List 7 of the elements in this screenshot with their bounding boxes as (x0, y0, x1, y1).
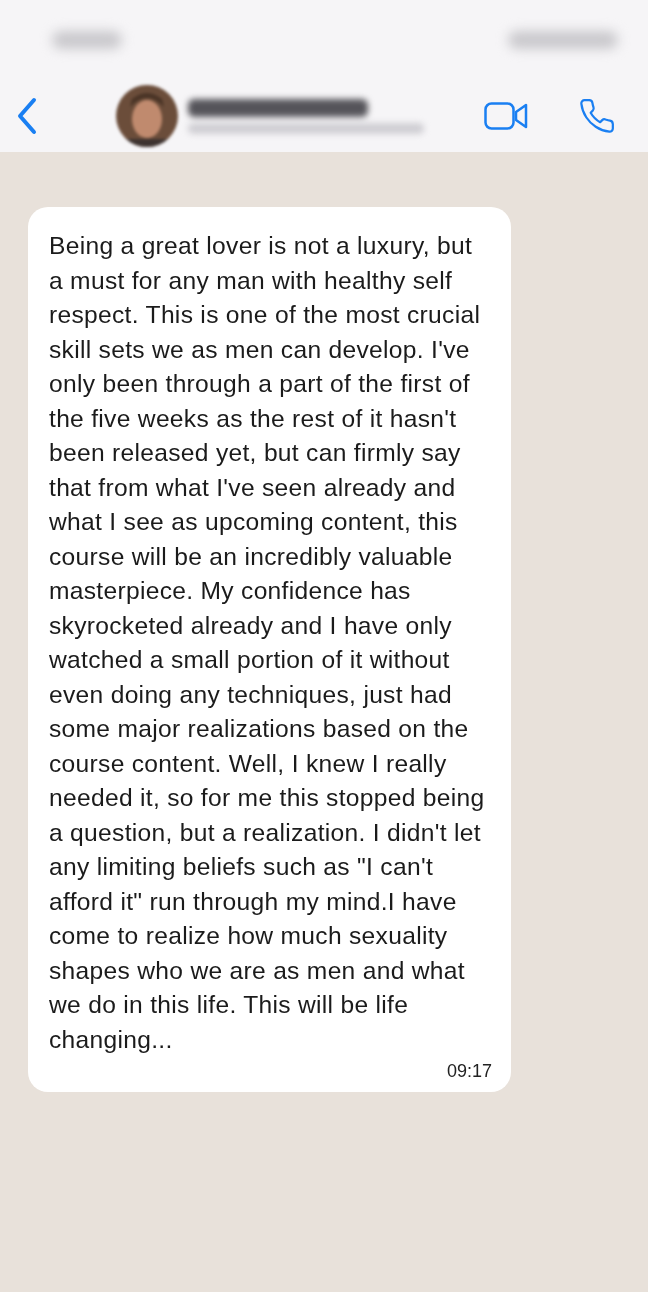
phone-icon (578, 97, 616, 135)
phone-call-button[interactable] (578, 97, 616, 135)
video-camera-icon (484, 102, 528, 130)
message-text: Being a great lover is not a luxury, but a must for any man with healthy self respect. This is one of the most crucial skill sets we as men can develop. I've only been through a part of the first of the five weeks as the rest of it hasn't been released yet, but can firmly say that from what I've seen already and what I see as upcoming content, this course will be an incredibly valuable masterpiece. My confidence has skyrocketed already and I have only watched a small portion of it without even doing any techniques, just had some major realizations based on the course content. Well, I knew I really needed it, so for me this stopped being a question, but a realization. I didn't let any limiting beliefs such as "I can't afford it" run through my mind.I have come to realize how much sexuality shapes who we are as men and what we do in this life. This will be life changing... (49, 231, 486, 1055)
blurred-contact-name[interactable] (188, 98, 368, 117)
video-call-button[interactable] (484, 102, 528, 130)
message-time: 09:17 (446, 1061, 492, 1082)
